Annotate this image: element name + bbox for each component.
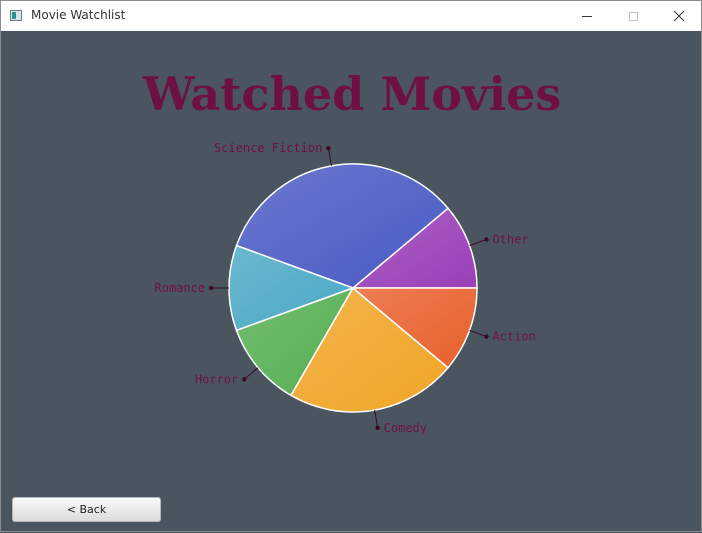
leader-dot <box>375 425 380 431</box>
leader-line <box>469 238 487 247</box>
leader-line <box>327 148 332 166</box>
leader-line <box>243 367 259 380</box>
leader-line <box>469 329 487 338</box>
app-window: Movie Watchlist Watched Movies Other Scie… <box>0 0 702 532</box>
slice-label: Romance <box>154 281 205 295</box>
leader-dot <box>242 377 247 382</box>
slice-label: Science Fiction <box>214 141 322 155</box>
leader-dot <box>484 334 489 339</box>
slice-label: Horror <box>195 372 238 386</box>
slice-label: Other <box>492 232 528 246</box>
back-button[interactable]: < Back <box>12 497 161 522</box>
slice-label: Action <box>492 330 535 344</box>
leader-dot <box>208 285 214 291</box>
slice-label: Comedy <box>384 421 427 435</box>
leader-line <box>374 410 379 428</box>
pie-chart: Other Science Fiction Romance Horror Comedy A… <box>154 141 535 435</box>
leader-dot <box>326 145 331 151</box>
leader-dot <box>484 237 489 242</box>
